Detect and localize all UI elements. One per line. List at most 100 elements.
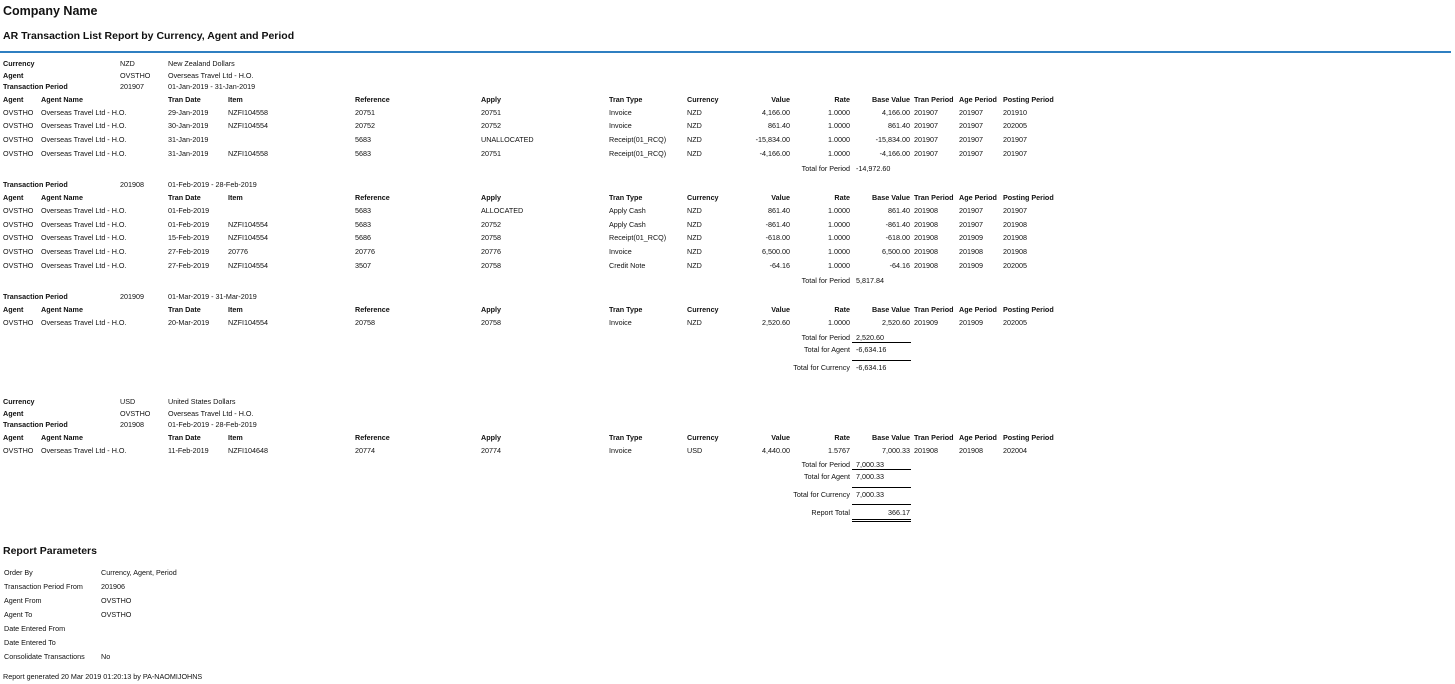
total-for-period-value: 2,520.60 xyxy=(856,332,884,342)
cell-agent: OVSTHO xyxy=(3,317,34,327)
column-header-reference: Reference xyxy=(355,304,390,314)
total-for-agent-label: Total for Agent xyxy=(804,344,850,354)
agent-name: Overseas Travel Ltd - H.O. xyxy=(168,408,254,418)
cell-base-value: 861.40 xyxy=(888,121,910,131)
column-header-posting-period: Posting Period xyxy=(1003,432,1054,442)
cell-agent: OVSTHO xyxy=(3,107,34,117)
report-total-rule-bottom xyxy=(852,519,911,521)
column-header-tran-period: Tran Period xyxy=(914,304,954,314)
column-header-apply: Apply xyxy=(481,304,501,314)
cell-posting-period: 201907 xyxy=(1003,205,1027,215)
parameter-label: Date Entered To xyxy=(4,638,56,647)
column-header-agent-name: Agent Name xyxy=(41,304,83,314)
cell-base-value: -64.16 xyxy=(889,261,910,271)
cell-tran-date: 27-Feb-2019 xyxy=(168,247,210,257)
parameter-label: Consolidate Transactions xyxy=(4,652,85,661)
report-parameters-title: Report Parameters xyxy=(3,545,97,557)
cell-tran-type: Invoice xyxy=(609,247,632,257)
cell-age-period: 201908 xyxy=(959,445,983,455)
cell-tran-type: Receipt(01_RCQ) xyxy=(609,135,667,145)
agent-label: Agent xyxy=(3,70,24,80)
currency-label: Currency xyxy=(3,397,35,406)
cell-agent-name: Overseas Travel Ltd - H.O. xyxy=(41,205,127,215)
transaction-period-range: 01-Jan-2019 - 31-Jan-2019 xyxy=(168,82,256,91)
cell-item: NZFI104648 xyxy=(228,445,268,455)
report-total-rule-top xyxy=(852,504,911,506)
cell-age-period: 201907 xyxy=(959,149,983,159)
agent-code: OVSTHO xyxy=(120,408,151,418)
cell-reference: 20758 xyxy=(355,317,375,327)
cell-apply: 20774 xyxy=(481,445,501,455)
cell-item: NZFI104554 xyxy=(228,261,268,271)
transaction-period-range: 01-Feb-2019 - 28-Feb-2019 xyxy=(168,180,257,190)
cell-item: NZFI104554 xyxy=(228,233,268,243)
cell-tran-date: 11-Feb-2019 xyxy=(168,445,209,455)
cell-agent: OVSTHO xyxy=(3,233,34,243)
total-currency-rule xyxy=(852,359,911,361)
cell-agent: OVSTHO xyxy=(3,247,34,257)
cell-apply: ALLOCATED xyxy=(481,205,524,215)
cell-posting-period: 201908 xyxy=(1003,233,1027,243)
cell-reference: 20752 xyxy=(355,121,375,131)
total-for-currency-value: -6,634.16 xyxy=(856,362,887,372)
cell-tran-period: 201907 xyxy=(914,135,938,145)
cell-posting-period: 202005 xyxy=(1003,317,1027,327)
cell-agent-name: Overseas Travel Ltd - H.O. xyxy=(41,233,127,243)
cell-tran-type: Credit Note xyxy=(609,261,646,271)
cell-tran-date: 30-Jan-2019 xyxy=(168,121,209,131)
cell-agent-name: Overseas Travel Ltd - H.O. xyxy=(41,247,127,257)
cell-tran-type: Receipt(01_RCQ) xyxy=(609,233,667,243)
transaction-period-label: Transaction Period xyxy=(3,82,68,91)
cell-tran-type: Invoice xyxy=(609,107,632,117)
column-header-age-period: Age Period xyxy=(959,304,997,314)
column-header-tran-date: Tran Date xyxy=(168,304,201,314)
column-header-agent: Agent xyxy=(3,192,24,202)
cell-agent: OVSTHO xyxy=(3,219,34,229)
column-header-reference: Reference xyxy=(355,432,390,442)
column-header-agent-name: Agent Name xyxy=(41,192,83,202)
cell-apply: 20751 xyxy=(481,149,501,159)
cell-tran-period: 201907 xyxy=(914,121,938,131)
column-header-tran-date: Tran Date xyxy=(168,94,201,104)
column-header-posting-period: Posting Period xyxy=(1003,94,1054,104)
total-for-currency-label: Total for Currency xyxy=(793,490,850,500)
cell-tran-date: 01-Feb-2019 xyxy=(168,219,210,229)
cell-reference: 5686 xyxy=(355,233,371,243)
total-for-period-value: 7,000.33 xyxy=(856,460,884,470)
cell-reference: 20774 xyxy=(355,445,375,455)
transaction-period-range: 01-Mar-2019 - 31-Mar-2019 xyxy=(168,292,257,302)
column-header-tran-type: Tran Type xyxy=(609,192,643,202)
cell-agent-name: Overseas Travel Ltd - H.O. xyxy=(41,261,127,271)
total-agent-rule xyxy=(852,469,911,471)
cell-age-period: 201909 xyxy=(959,317,983,327)
cell-tran-date: 31-Jan-2019 xyxy=(168,149,209,159)
cell-base-value: 6,500.00 xyxy=(882,247,910,257)
cell-tran-period: 201909 xyxy=(914,317,938,327)
cell-tran-type: Apply Cash xyxy=(609,219,646,229)
cell-posting-period: 201910 xyxy=(1003,107,1027,117)
column-header-tran-date: Tran Date xyxy=(168,432,201,442)
cell-tran-period: 201908 xyxy=(914,219,938,229)
cell-age-period: 201907 xyxy=(959,121,983,131)
column-header-tran-period: Tran Period xyxy=(914,432,954,442)
total-for-currency-label: Total for Currency xyxy=(793,362,850,372)
column-header-item: Item xyxy=(228,94,243,104)
cell-reference: 5683 xyxy=(355,149,371,159)
cell-tran-date: 15-Feb-2019 xyxy=(168,233,210,243)
cell-base-value: 7,000.33 xyxy=(882,445,910,455)
agent-name: Overseas Travel Ltd - H.O. xyxy=(168,70,254,80)
cell-posting-period: 202005 xyxy=(1003,261,1027,271)
cell-tran-period: 201908 xyxy=(914,247,938,257)
agent-label: Agent xyxy=(3,408,24,418)
total-for-period-label: Total for Period xyxy=(801,276,850,286)
column-header-age-period: Age Period xyxy=(959,94,997,104)
cell-base-value: -15,834.00 xyxy=(875,135,910,145)
total-currency-rule xyxy=(852,487,911,489)
cell-apply: 20776 xyxy=(481,247,501,257)
transaction-period-label: Transaction Period xyxy=(3,420,68,429)
parameter-value: 201906 xyxy=(101,582,125,591)
cell-item: NZFI104554 xyxy=(228,317,268,327)
transaction-period-label: Transaction Period xyxy=(3,180,68,190)
cell-tran-type: Invoice xyxy=(609,445,632,455)
column-header-posting-period: Posting Period xyxy=(1003,304,1054,314)
